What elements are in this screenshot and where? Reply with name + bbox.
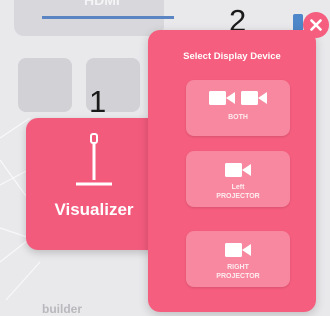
option-right-icons: [186, 241, 290, 264]
close-icon: [310, 19, 322, 31]
hdmi-underline: [42, 16, 174, 19]
option-left-label: Left PROJECTOR: [186, 184, 290, 202]
camera-icon: [225, 163, 251, 177]
hdmi-label: HDMI: [84, 0, 120, 8]
background-footer-text: builder: [42, 302, 83, 316]
visualizer-button[interactable]: Visualizer: [26, 118, 162, 250]
background-tile: [18, 58, 72, 112]
option-both-button[interactable]: BOTH: [186, 80, 290, 136]
hdmi-input-card[interactable]: HDMI: [14, 0, 174, 36]
option-right-projector-button[interactable]: RIGHT PROJECTOR: [186, 231, 290, 287]
option-right-label-line2: PROJECTOR: [216, 272, 260, 280]
option-left-projector-button[interactable]: Left PROJECTOR: [186, 151, 290, 207]
option-right-label-line1: RIGHT: [227, 264, 249, 271]
visualizer-label: Visualizer: [54, 200, 134, 219]
visualizer-icon: [76, 133, 112, 186]
annotation-marker-1: 1: [89, 84, 107, 119]
camera-icon: [209, 91, 267, 105]
option-left-label-line2: PROJECTOR: [216, 192, 260, 200]
option-right-label: RIGHT PROJECTOR: [186, 264, 290, 282]
close-button[interactable]: [303, 12, 329, 38]
option-both-label: BOTH: [228, 114, 248, 121]
option-left-icons: [186, 161, 290, 184]
display-device-panel: Select Display Device BOTH Left PROJECTO…: [148, 30, 316, 312]
option-left-label-line1: Left: [231, 184, 245, 191]
camera-icon: [225, 243, 251, 257]
option-both-icons: [186, 89, 290, 112]
panel-title: Select Display Device: [183, 51, 281, 62]
